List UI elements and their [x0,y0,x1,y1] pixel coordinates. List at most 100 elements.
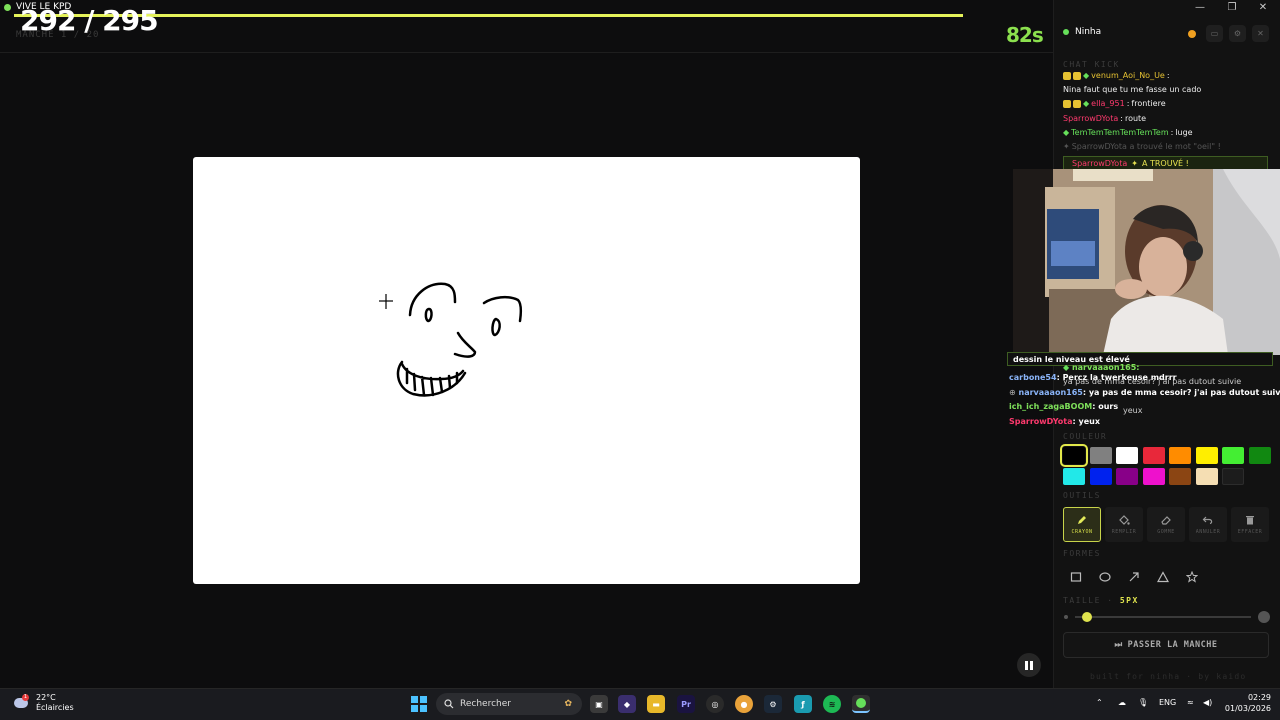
store-icon[interactable]: ◆ [618,695,636,713]
found-banner: SparrowDYota ✦ A TROUVÉ ! [1063,156,1268,170]
star-icon [1186,571,1198,583]
overlay-chat-user: carbone54 [1009,373,1057,382]
skip-round-button[interactable]: ⏭ PASSER LA MANCHE [1063,632,1269,658]
color-swatch[interactable] [1195,447,1218,464]
chat-message: SparrowDYota: route [1063,114,1147,123]
weather-badge: 1 [22,694,29,701]
obs-icon[interactable]: ◎ [706,695,724,713]
wifi-icon[interactable]: ≈ [1187,698,1194,707]
language-indicator[interactable]: ENG [1159,698,1176,707]
pause-button[interactable] [1017,653,1041,677]
cloud-icon[interactable]: ☁ [1118,698,1126,707]
eraser-tool-button[interactable]: GOMME [1147,507,1185,542]
sub-badge-icon [1073,71,1081,80]
color-swatch[interactable] [1060,444,1088,467]
size-slider-track[interactable] [1075,616,1251,618]
chat-text: frontiere [1131,99,1166,108]
overlay-chat-line: yeux [1123,406,1143,415]
app-icon[interactable]: ƒ [794,695,812,713]
arrow-shape-button[interactable] [1122,566,1146,588]
tool-label: CRAYON [1071,529,1093,535]
chat-user: venum_Aoi_No_Ue [1091,71,1165,80]
premiere-icon[interactable]: Pr [677,695,695,713]
crosshair-cursor [379,294,393,309]
volume-icon[interactable]: ◀) [1203,698,1212,707]
color-swatch[interactable] [1169,468,1191,485]
fill-icon [1119,515,1130,525]
spotify-icon[interactable]: ≋ [823,695,841,713]
chat-text: SparrowDYota a trouvé le mot "oeil" ! [1071,142,1221,151]
close-button[interactable]: ✕ [1250,0,1276,14]
color-swatch[interactable] [1169,447,1191,464]
crown-badge-icon [1063,99,1071,108]
shapes-section-label: FORMES [1063,549,1101,558]
fill-tool-button[interactable]: REMPLIR [1105,507,1143,542]
chat-user: SparrowDYota [1063,114,1119,123]
layout-button[interactable]: ▭ [1206,25,1223,42]
search-icon [444,699,454,709]
chat-user: TemTemTemTemTemTem [1071,128,1169,137]
overlay-chat-user: narvaaaon165 [1018,388,1083,397]
file-explorer-icon[interactable]: ▬ [647,695,665,713]
weather-icon: 1 [12,694,30,712]
header-divider [0,52,1053,53]
pencil-tool-button[interactable]: CRAYON [1063,507,1101,542]
color-swatch[interactable] [1222,468,1244,485]
color-swatch[interactable] [1248,447,1271,464]
triangle-icon [1157,571,1169,583]
minimize-button[interactable]: — [1187,0,1213,14]
tool-label: GOMME [1157,529,1175,535]
tool-label: ANNULER [1195,529,1221,535]
temperature: 22°C [36,693,56,702]
coin-button[interactable] [1183,25,1200,42]
user-name: Ninha [1075,27,1102,37]
start-button[interactable] [411,696,427,712]
overlay-chat-text: yeux [1078,417,1101,426]
chat-text: Nina faut que tu me fasse un cado [1063,85,1202,94]
rectangle-shape-button[interactable] [1064,566,1088,588]
chat-user: ella_951 [1091,99,1125,108]
drawing-canvas[interactable] [193,157,860,584]
min-size-dot [1064,615,1068,619]
color-swatch[interactable] [1089,447,1112,464]
color-swatch[interactable] [1142,468,1165,485]
circle-icon [1099,572,1111,582]
party-icon: ✦ [1131,158,1138,168]
close-panel-button[interactable]: ✕ [1252,25,1269,42]
tool-label: EFFACER [1237,529,1263,535]
round-label: MANCHE 1 / 20 [16,30,100,40]
round-timer: 82s [1006,23,1044,47]
triangle-shape-button[interactable] [1151,566,1175,588]
mic-icon[interactable]: 🎙 [1138,698,1148,707]
gem-badge-icon: ◆ [1083,99,1090,108]
active-app-icon[interactable] [852,695,870,713]
weather-condition: Éclaircies [36,703,74,712]
undo-tool-button[interactable]: ANNULER [1189,507,1227,542]
color-swatch[interactable] [1116,468,1138,485]
pencil-icon [1078,516,1086,524]
tray-chevron-icon[interactable]: ⌃ [1096,698,1103,707]
color-swatch[interactable] [1222,447,1244,464]
maximize-button[interactable]: ❐ [1219,0,1245,14]
color-swatch[interactable] [1089,468,1112,485]
clear-tool-button[interactable]: EFFACER [1231,507,1269,542]
chrome-icon[interactable]: ● [735,695,753,713]
star-shape-button[interactable] [1180,566,1204,588]
weather-widget[interactable]: 1 22°C Éclaircies [12,693,74,713]
taskbar-clock[interactable]: 02:29 01/03/2026 [1221,692,1271,714]
max-size-dot [1258,611,1270,623]
color-swatch[interactable] [1195,468,1218,485]
chat-section-label: CHAT KICK [1063,60,1120,69]
overlay-chat-line: ich_ich_zagaBOOM: ours [1009,402,1119,411]
taskbar-search[interactable]: Rechercher ✿ [436,693,582,715]
steam-icon[interactable]: ⚙ [764,695,782,713]
pause-icon [1025,660,1033,670]
gem-badge-icon: ◆ [1063,363,1070,372]
task-view-icon[interactable]: ▣ [590,695,608,713]
stroke-teeth [400,362,465,397]
ellipse-shape-button[interactable] [1093,566,1117,588]
color-swatch[interactable] [1142,447,1165,464]
settings-button[interactable]: ⚙ [1229,25,1246,42]
color-swatch[interactable] [1116,447,1138,464]
color-swatch[interactable] [1063,468,1085,485]
